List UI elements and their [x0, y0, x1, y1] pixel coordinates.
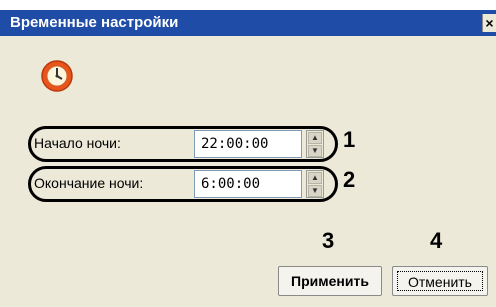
night-end-spinner[interactable]: ▲ ▼ — [306, 170, 324, 198]
night-start-row: Начало ночи: 22:00:00 ▲ ▼ — [28, 126, 338, 162]
top-strip — [0, 0, 496, 10]
clock-icon — [40, 59, 74, 93]
marker-3: 3 — [322, 228, 335, 253]
settings-window: Временные настройки × Начало ночи: 22:00… — [0, 0, 496, 307]
spinner-down-icon[interactable]: ▼ — [308, 185, 322, 197]
cancel-button[interactable]: Отменить — [392, 266, 488, 296]
marker-2: 2 — [343, 167, 356, 192]
spinner-down-icon[interactable]: ▼ — [308, 145, 322, 157]
marker-1: 1 — [343, 127, 356, 152]
title-bar: Временные настройки — [0, 10, 496, 36]
apply-button[interactable]: Применить — [278, 266, 382, 296]
window-title: Временные настройки — [10, 14, 179, 31]
close-button[interactable]: × — [482, 14, 496, 32]
cancel-button-label: Отменить — [397, 271, 483, 291]
night-end-input[interactable]: 6:00:00 — [194, 170, 302, 198]
spinner-up-icon[interactable]: ▲ — [308, 132, 322, 144]
night-end-row: Окончание ночи: 6:00:00 ▲ ▼ — [28, 166, 338, 202]
marker-4: 4 — [430, 228, 443, 253]
night-start-input[interactable]: 22:00:00 — [194, 130, 302, 158]
spinner-up-icon[interactable]: ▲ — [308, 172, 322, 184]
night-start-label: Начало ночи: — [34, 135, 121, 151]
night-end-label: Окончание ночи: — [34, 175, 144, 191]
night-start-spinner[interactable]: ▲ ▼ — [306, 130, 324, 158]
